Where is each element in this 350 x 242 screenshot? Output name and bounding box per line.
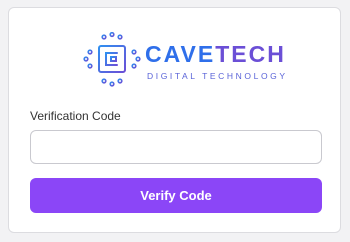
brand-logo: CAVETECH DIGITAL TECHNOLOGY	[82, 32, 285, 88]
verification-code-input[interactable]	[30, 130, 322, 164]
verification-code-label: Verification Code	[30, 109, 121, 123]
brand-name-part1: CAVE	[145, 41, 216, 67]
circuit-chip-icon	[83, 32, 141, 87]
verify-code-button[interactable]: Verify Code	[30, 178, 322, 213]
brand-name: CAVETECH	[145, 41, 286, 67]
brand-name-part2: TECH	[215, 41, 286, 67]
brand-tagline: DIGITAL TECHNOLOGY	[147, 71, 288, 81]
verification-card: CAVETECH DIGITAL TECHNOLOGY Verification…	[8, 7, 341, 233]
